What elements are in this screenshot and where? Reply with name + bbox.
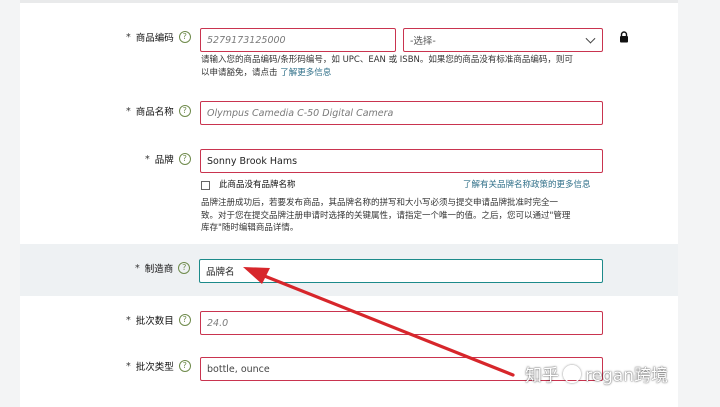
watermark: 知乎 regan跨境	[525, 364, 669, 386]
wechat-logo-icon	[563, 364, 581, 383]
annotation-arrow	[243, 267, 515, 377]
